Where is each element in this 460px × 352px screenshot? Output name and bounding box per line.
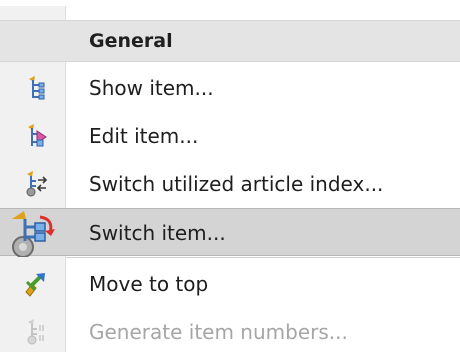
screen: General Show item... Edit item... Switch… — [0, 0, 460, 352]
menu-item-label: Show item... — [89, 76, 214, 100]
menu-item-generate-item-numbers[interactable]: Generate item numbers... — [0, 308, 460, 352]
menu-item-label: Switch item... — [89, 221, 226, 245]
show-item-icon — [22, 74, 50, 102]
menu-item-switch-item[interactable]: Switch item... — [0, 208, 460, 258]
menu-top-edge — [0, 0, 460, 6]
menu-item-show-item[interactable]: Show item... — [0, 64, 460, 112]
generate-item-numbers-icon — [22, 318, 50, 346]
switch-article-index-icon — [22, 170, 50, 198]
section-title: General — [89, 30, 173, 52]
menu-separator — [66, 257, 460, 258]
move-to-top-icon — [22, 270, 50, 298]
menu-item-move-to-top[interactable]: Move to top — [0, 260, 460, 308]
menu-item-label: Switch utilized article index... — [89, 172, 384, 196]
menu-item-switch-article-index[interactable]: Switch utilized article index... — [0, 160, 460, 208]
edit-item-icon — [22, 122, 50, 150]
context-menu: General Show item... Edit item... Switch… — [0, 0, 460, 352]
menu-item-label: Generate item numbers... — [89, 320, 348, 344]
menu-item-label: Move to top — [89, 272, 209, 296]
switch-item-icon — [10, 211, 62, 258]
menu-item-edit-item[interactable]: Edit item... — [0, 112, 460, 160]
menu-item-label: Edit item... — [89, 124, 199, 148]
section-header-general: General — [0, 20, 460, 62]
